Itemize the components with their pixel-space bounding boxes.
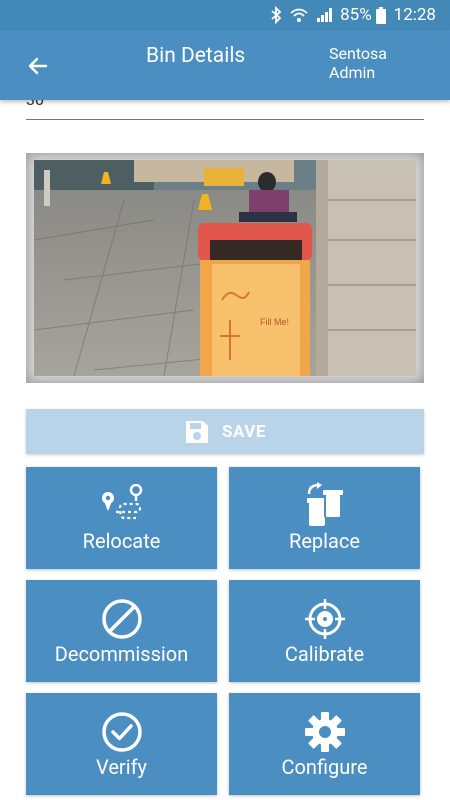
configure-button[interactable]: Configure [229, 693, 420, 795]
status-bar: 85% 12:28 [0, 0, 450, 30]
bluetooth-icon [270, 6, 282, 24]
svg-text:Fill Me!: Fill Me! [260, 317, 289, 327]
replace-button[interactable]: Replace [229, 467, 420, 569]
calibrate-button[interactable]: Calibrate [229, 580, 420, 682]
user-name-line2: Admin [329, 63, 376, 82]
save-button-label: SAVE [222, 421, 266, 442]
field-underline [26, 119, 424, 120]
save-floppy-icon [184, 419, 210, 445]
back-button[interactable] [22, 50, 54, 82]
verify-label: Verify [96, 755, 147, 779]
clock: 12:28 [393, 5, 436, 25]
wifi-icon [290, 7, 308, 23]
gear-icon [229, 707, 420, 757]
bin-photo-image: Fill Me! [34, 160, 416, 376]
signal-icon [316, 7, 333, 23]
relocate-route-icon [26, 481, 217, 531]
calibrate-label: Calibrate [284, 642, 365, 666]
arrow-left-icon [28, 57, 48, 75]
battery-percent: 85% [340, 5, 372, 25]
bin-photo[interactable]: Fill Me! [26, 153, 424, 383]
page-title: Bin Details [146, 44, 246, 68]
battery-icon [375, 6, 386, 24]
user-name[interactable]: Sentosa Admin [329, 44, 387, 82]
decommission-button[interactable]: Decommission [26, 580, 217, 682]
replace-label: Replace [289, 529, 360, 553]
relocate-button[interactable]: Relocate [26, 467, 217, 569]
user-name-line1: Sentosa [329, 44, 387, 63]
prohibited-icon [26, 594, 217, 644]
check-circle-icon [26, 707, 217, 757]
verify-button[interactable]: Verify [26, 693, 217, 795]
relocate-label: Relocate [82, 529, 161, 553]
replace-bins-icon [229, 481, 420, 531]
decommission-label: Decommission [54, 642, 189, 666]
save-button[interactable]: SAVE [26, 409, 424, 454]
app-bar: Bin Details Sentosa Admin [0, 30, 450, 100]
crosshair-icon [229, 594, 420, 644]
configure-label: Configure [281, 755, 368, 779]
